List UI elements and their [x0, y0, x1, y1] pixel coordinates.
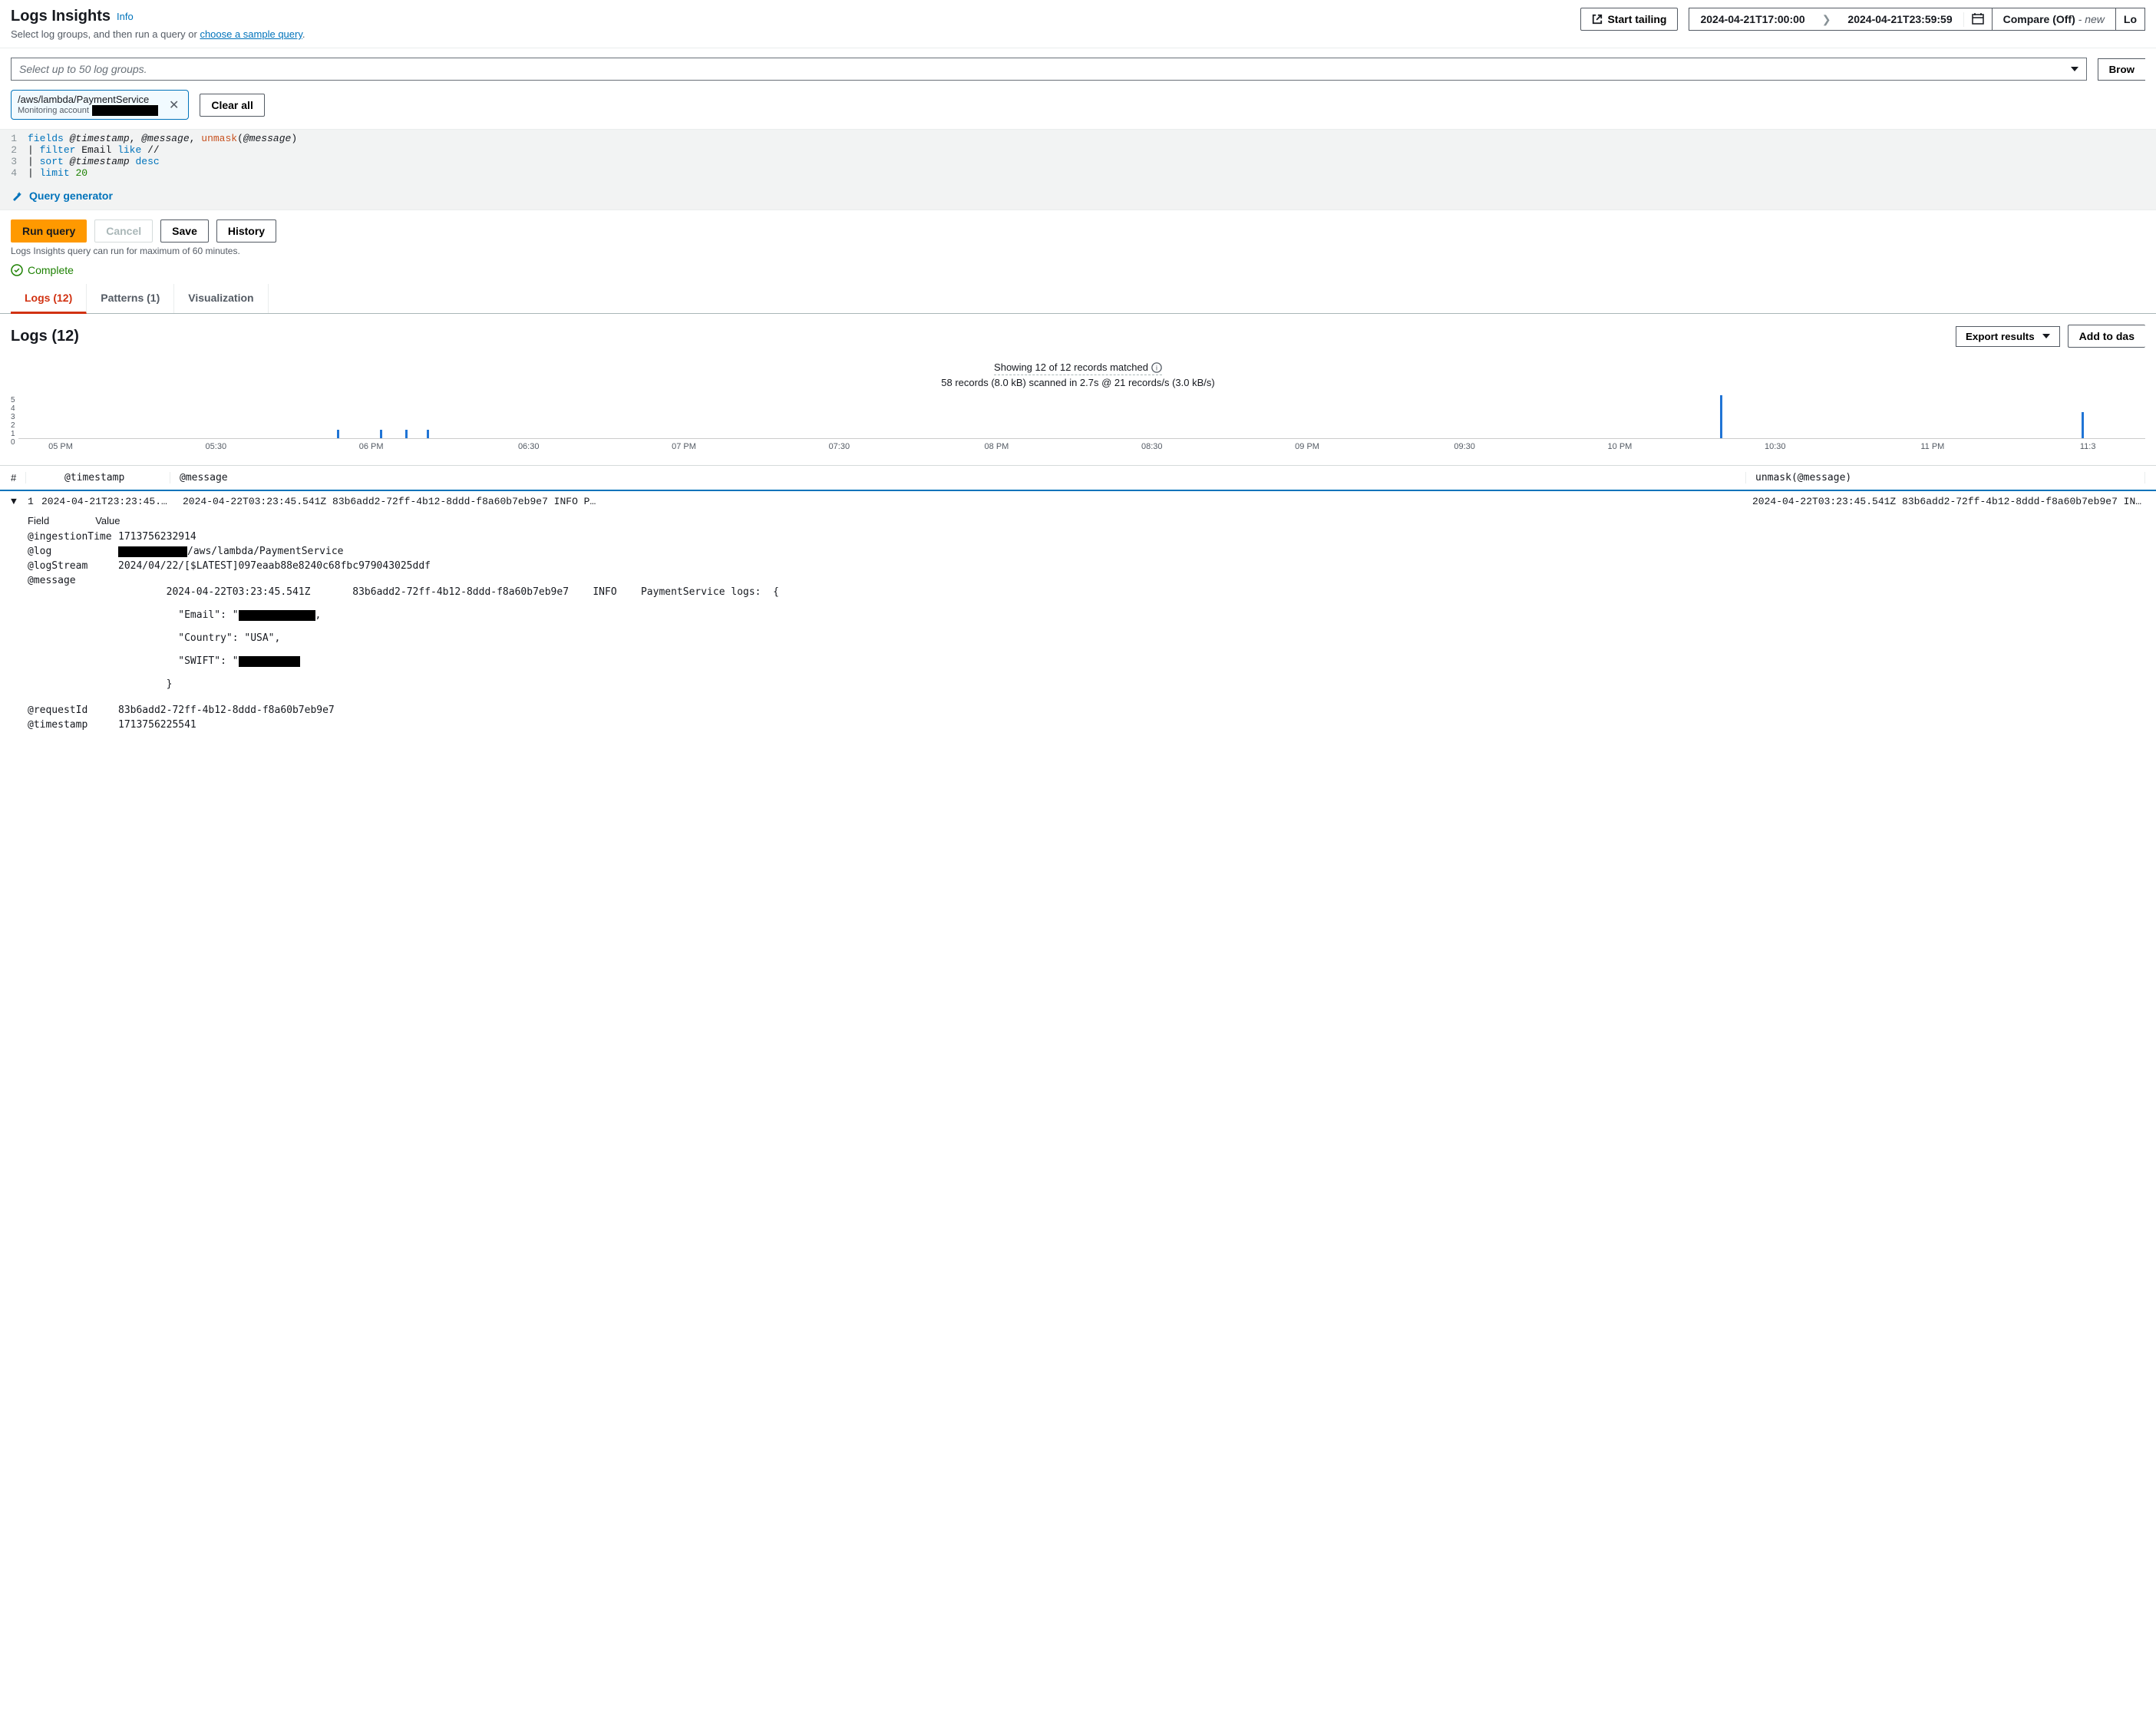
chart-bar — [427, 430, 429, 438]
cell-timestamp: 2024-04-21T23:23:45.5… — [41, 496, 170, 507]
redacted — [118, 546, 187, 557]
chart-bar — [1720, 395, 1722, 438]
clear-all-button[interactable]: Clear all — [200, 94, 264, 117]
expand-toggle-icon[interactable]: ▼ — [11, 496, 21, 507]
chart-bar — [2082, 412, 2084, 438]
chip-subtitle: Monitoring account — [18, 106, 89, 115]
chevron-right-icon: ❯ — [1816, 13, 1837, 26]
redacted-email — [239, 610, 315, 621]
logs-section-title: Logs (12) — [11, 328, 79, 345]
caret-down-icon — [2071, 67, 2078, 71]
row-number: 1 — [28, 496, 35, 507]
export-results-button[interactable]: Export results — [1956, 326, 2060, 347]
chart-bar — [337, 430, 339, 438]
sample-query-link[interactable]: choose a sample query — [200, 28, 302, 40]
tab-visualization[interactable]: Visualization — [174, 284, 268, 313]
chart-bar — [405, 430, 408, 438]
history-button[interactable]: History — [216, 219, 276, 243]
magic-wand-icon — [11, 190, 23, 202]
external-icon — [1592, 14, 1603, 25]
truncated-button[interactable]: Lo — [2116, 8, 2145, 31]
redacted-swift — [239, 656, 300, 667]
calendar-icon[interactable] — [1963, 12, 1992, 27]
chip-title: /aws/lambda/PaymentService — [18, 94, 158, 105]
date-to: 2024-04-21T23:59:59 — [1837, 8, 1963, 30]
check-circle-icon — [11, 264, 23, 276]
add-to-dashboard-button[interactable]: Add to das — [2068, 325, 2145, 348]
cell-unmask: 2024-04-22T03:23:45.541Z 83b6add2-72ff-4… — [1746, 496, 2145, 507]
page-title: Logs Insights Info — [11, 8, 1580, 25]
query-generator-link[interactable]: Query generator — [0, 182, 2156, 210]
table-row[interactable]: ▼ 1 2024-04-21T23:23:45.5… 2024-04-22T03… — [0, 491, 2156, 512]
table-header: # @timestamp @message unmask(@message) — [0, 465, 2156, 491]
log-group-chip: /aws/lambda/PaymentService Monitoring ac… — [11, 90, 189, 120]
info-icon[interactable]: i — [1151, 362, 1162, 373]
log-group-select[interactable]: Select up to 50 log groups. — [11, 58, 2087, 81]
start-tailing-button[interactable]: Start tailing — [1580, 8, 1678, 31]
limit-note: Logs Insights query can run for maximum … — [0, 246, 2156, 264]
scan-stats-text: 58 records (8.0 kB) scanned in 2.7s @ 21… — [0, 377, 2156, 388]
date-range-picker[interactable]: 2024-04-21T17:00:00 ❯ 2024-04-21T23:59:5… — [1689, 8, 1992, 31]
status-complete: Complete — [0, 264, 2156, 284]
row-detail: Field Value @ingestionTime1713756232914 … — [0, 512, 2156, 744]
run-query-button[interactable]: Run query — [11, 219, 87, 243]
cell-message: 2024-04-22T03:23:45.541Z 83b6add2-72ff-4… — [177, 496, 1740, 507]
tab-patterns[interactable]: Patterns (1) — [87, 284, 174, 313]
chart-bar — [380, 430, 382, 438]
subtitle: Select log groups, and then run a query … — [11, 28, 1580, 40]
histogram-chart: 543210 05 PM05:3006 PM06:3007 PM07:3008 … — [0, 396, 2156, 465]
log-group-placeholder: Select up to 50 log groups. — [19, 63, 147, 75]
compare-toggle[interactable]: Compare (Off) - new — [1993, 8, 2116, 31]
query-editor[interactable]: 1fields @timestamp, @message, unmask(@me… — [0, 129, 2156, 210]
browse-button[interactable]: Brow — [2098, 58, 2145, 81]
redacted-account — [92, 105, 158, 116]
info-link[interactable]: Info — [117, 11, 134, 22]
svg-text:i: i — [1156, 364, 1157, 371]
tab-logs[interactable]: Logs (12) — [11, 284, 87, 314]
save-button[interactable]: Save — [160, 219, 209, 243]
chip-remove-icon[interactable]: ✕ — [166, 97, 182, 113]
records-matched-text: Showing 12 of 12 records matched i — [994, 361, 1162, 375]
date-from: 2024-04-21T17:00:00 — [1689, 8, 1815, 30]
caret-down-icon — [2042, 334, 2050, 338]
cancel-button: Cancel — [94, 219, 153, 243]
